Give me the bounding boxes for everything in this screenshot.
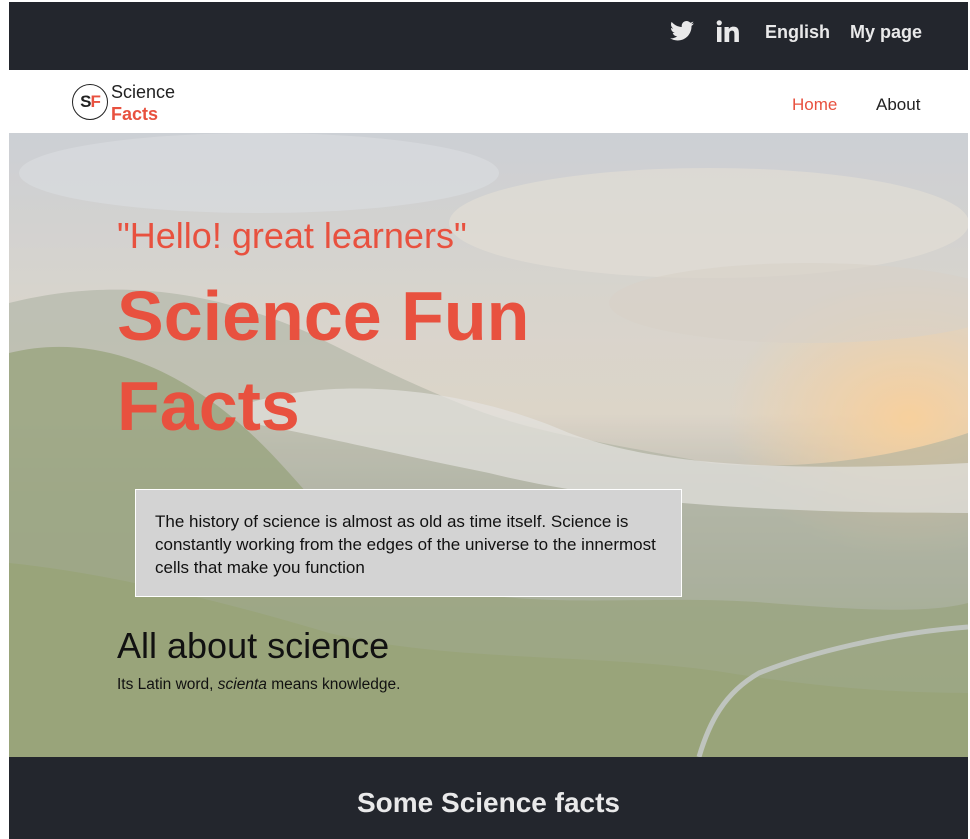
facts-heading: Some Science facts	[356, 787, 621, 818]
logo-text-science[interactable]: Science	[111, 82, 175, 103]
browser-viewport: English My page SF Science Facts Home Ab…	[9, 2, 968, 839]
about-text-latin-word: scienta	[217, 676, 267, 693]
my-page-link[interactable]: My page	[850, 22, 922, 43]
navbar: SF Science Facts Home About	[9, 70, 968, 133]
logo-text-facts[interactable]: Facts	[111, 104, 158, 125]
language-selector[interactable]: English	[765, 22, 830, 43]
hero-section: "Hello! great learners" Science Fun Fact…	[9, 133, 968, 757]
facts-section: Some Science facts	[9, 757, 968, 839]
about-text-after: means knowledge.	[266, 676, 401, 693]
nav-link-about[interactable]: About	[876, 95, 920, 115]
logo-mark[interactable]: SF	[72, 84, 108, 120]
hero-quote: "Hello! great learners"	[117, 215, 467, 256]
nav-link-home[interactable]: Home	[792, 95, 837, 115]
linkedin-icon[interactable]	[716, 20, 740, 42]
about-text: Its Latin word, scienta means knowledge.	[117, 676, 400, 694]
top-bar: English My page	[9, 2, 968, 70]
about-text-before: Its Latin word,	[117, 676, 218, 693]
logo-mark-f: F	[90, 92, 100, 111]
info-box: The history of science is almost as old …	[135, 489, 682, 597]
hero-title: Science Fun Facts	[117, 277, 530, 445]
logo-mark-s: S	[80, 92, 91, 111]
twitter-icon[interactable]	[670, 21, 694, 41]
about-heading: All about science	[117, 625, 390, 666]
